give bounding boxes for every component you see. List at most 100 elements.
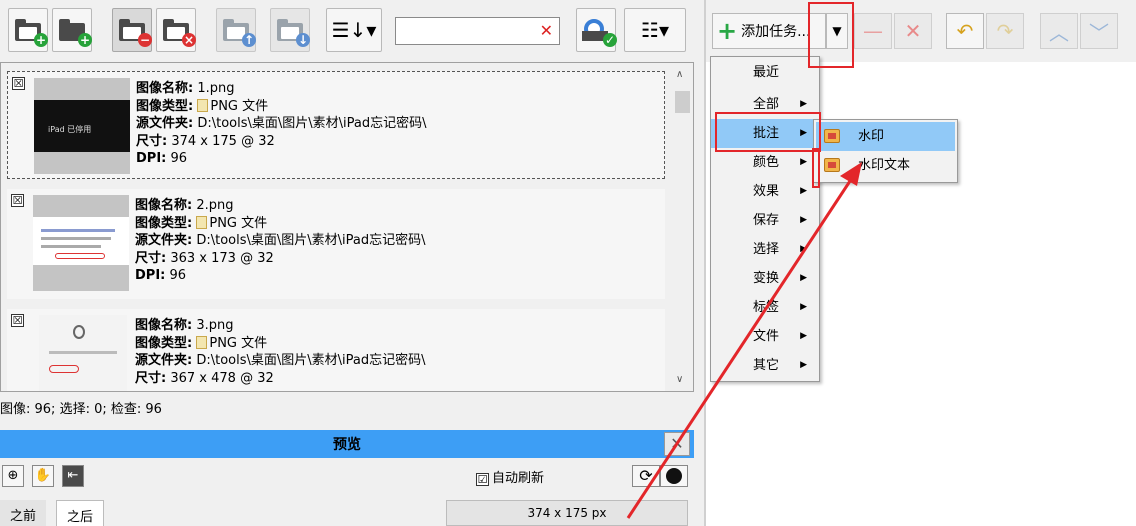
menu-item-effect[interactable]: 效果 ▶ <box>711 177 819 206</box>
image-info: 图像名称: 3.png 图像类型: PNG 文件 源文件夹: D:\tools\… <box>135 318 426 386</box>
add-folder-icon: + <box>59 19 92 47</box>
preview-header: 预览 <box>0 430 694 458</box>
png-file-icon <box>196 335 208 349</box>
remove-image-button[interactable]: − <box>112 8 152 52</box>
move-down-image-button[interactable]: ↓ <box>270 8 310 52</box>
annotation-submenu[interactable]: 水印 水印文本 <box>813 119 958 183</box>
menu-item-other[interactable]: 其它 ▶ <box>711 351 819 380</box>
chevron-down-icon: ﹀ <box>1089 20 1109 45</box>
highlight-box-annotation <box>715 112 821 152</box>
menu-item-select[interactable]: 选择 ▶ <box>711 235 819 264</box>
pan-button[interactable]: ✋ <box>32 465 54 487</box>
task-up-button[interactable]: ︿ <box>1040 13 1078 49</box>
chevron-up-icon: ︿ <box>1049 20 1069 45</box>
chevron-right-icon: ▶ <box>800 302 807 312</box>
remove-image-icon: − <box>119 19 152 47</box>
minus-icon: — <box>863 19 883 43</box>
move-down-icon: ↓ <box>277 19 310 47</box>
preview-title: 预览 <box>333 437 361 453</box>
chevron-down-icon[interactable]: ∨ <box>676 374 683 385</box>
view-options-button[interactable]: ☷▾ <box>624 8 686 52</box>
add-image-icon: + <box>15 19 48 47</box>
tab-after[interactable]: 之后 <box>56 500 105 526</box>
image-size-readout: 374 x 175 px <box>446 500 688 526</box>
image-info: 图像名称: 1.png 图像类型: PNG 文件 源文件夹: D:\tools\… <box>136 81 427 166</box>
clear-tasks-button[interactable]: ✕ <box>894 13 932 49</box>
hand-icon: ✋ <box>34 468 52 483</box>
settings-button[interactable]: ✓ <box>576 8 617 52</box>
clear-images-button[interactable]: × <box>156 8 196 52</box>
circle-icon <box>666 468 682 484</box>
add-folder-button[interactable]: + <box>52 8 92 52</box>
task-down-button[interactable]: ﹀ <box>1080 13 1118 49</box>
sort-down-icon: ☰↓▾ <box>331 18 377 42</box>
refresh-icon: ⟳ <box>639 466 653 485</box>
highlight-box-dropdown <box>808 2 854 68</box>
close-icon: ✕ <box>904 19 922 43</box>
chevron-right-icon: ▶ <box>800 186 807 196</box>
menu-item-tag[interactable]: 标签 ▶ <box>711 293 819 322</box>
close-preview-button[interactable]: ✕ <box>664 432 690 456</box>
refresh-button[interactable]: ⟳ <box>632 465 660 487</box>
list-item[interactable]: ☒ iPad 已停用 图像名称: 1.png 图像类型: PNG 文件 源文件夹… <box>7 71 665 179</box>
chevron-right-icon: ▶ <box>800 331 807 341</box>
add-image-button[interactable]: + <box>8 8 48 52</box>
add-task-label: 添加任务... <box>741 24 811 40</box>
auto-refresh-label: 自动刷新 <box>492 471 545 486</box>
fit-icon: ⇤ <box>67 468 79 483</box>
image-info: 图像名称: 2.png 图像类型: PNG 文件 源文件夹: D:\tools\… <box>135 198 426 283</box>
move-up-image-button[interactable]: ↑ <box>216 8 256 52</box>
list-icon: ☷▾ <box>641 18 669 42</box>
search-input[interactable]: ✕ <box>395 17 560 45</box>
image-list[interactable]: ☒ iPad 已停用 图像名称: 1.png 图像类型: PNG 文件 源文件夹… <box>0 62 694 392</box>
image-thumbnail: iPad 已停用 <box>34 78 130 174</box>
menu-item-color[interactable]: 颜色 ▶ <box>711 148 819 177</box>
chevron-right-icon: ▶ <box>800 244 807 254</box>
item-checkbox[interactable]: ☒ <box>11 314 24 327</box>
vertical-scrollbar[interactable]: ∧ ∨ <box>671 63 693 391</box>
undo-button[interactable]: ↶ <box>946 13 984 49</box>
list-item[interactable]: ☒ 图像名称: 2.png 图像类型: PNG 文件 源文件夹: D:\tool… <box>7 189 665 299</box>
menu-item-save[interactable]: 保存 ▶ <box>711 206 819 235</box>
list-item[interactable]: ☒ 图像名称: 3.png 图像类型: PNG 文件 源文件夹: D:\tool… <box>7 309 665 391</box>
submenu-item-watermark[interactable]: 水印 <box>816 122 955 151</box>
image-thumbnail <box>39 315 127 391</box>
scrollbar-thumb[interactable] <box>675 91 690 113</box>
submenu-item-watermark-text[interactable]: 水印文本 <box>816 151 955 180</box>
zoom-button[interactable]: ⊕ <box>2 465 24 487</box>
png-file-icon <box>197 98 209 112</box>
clear-search-icon[interactable]: ✕ <box>540 21 553 40</box>
redo-button[interactable]: ↷ <box>986 13 1024 49</box>
remove-task-button[interactable]: — <box>854 13 892 49</box>
chevron-right-icon: ▶ <box>800 215 807 225</box>
auto-refresh-checkbox[interactable]: ☑ 自动刷新 <box>476 467 544 486</box>
menu-item-transform[interactable]: 变换 ▶ <box>711 264 819 293</box>
menu-item-file[interactable]: 文件 ▶ <box>711 322 819 351</box>
highlight-box-watermark <box>812 148 820 188</box>
zoom-icon: ⊕ <box>7 468 19 483</box>
clear-images-icon: × <box>163 19 196 47</box>
status-bar: 图像: 96; 选择: 0; 检查: 96 <box>0 402 162 417</box>
thumb-text: iPad 已停用 <box>34 100 130 152</box>
task-category-menu[interactable]: 最近 全部 ▶ 批注 ▶ 颜色 ▶ 效果 ▶ 保存 ▶ 选择 ▶ 变换 ▶ 标签 ▶ 文件 ▶ 其… <box>710 56 820 382</box>
redo-icon: ↷ <box>996 19 1014 43</box>
image-thumbnail <box>33 195 129 291</box>
chevron-up-icon[interactable]: ∧ <box>676 69 683 80</box>
background-color-button[interactable] <box>660 465 688 487</box>
item-checkbox[interactable]: ☒ <box>12 77 25 90</box>
fit-button[interactable]: ⇤ <box>62 465 84 487</box>
png-file-icon <box>196 215 208 229</box>
gear-check-icon: ✓ <box>582 19 617 47</box>
watermark-text-icon <box>824 158 840 172</box>
menu-item-recent[interactable]: 最近 <box>711 58 819 87</box>
chevron-right-icon: ▶ <box>800 157 807 167</box>
watermark-icon <box>824 129 840 143</box>
tab-before[interactable]: 之前 <box>0 500 47 526</box>
chevron-right-icon: ▶ <box>800 360 807 370</box>
undo-icon: ↶ <box>956 19 974 43</box>
plus-icon: + <box>717 17 738 45</box>
item-checkbox[interactable]: ☒ <box>11 194 24 207</box>
sort-button[interactable]: ☰↓▾ <box>326 8 382 52</box>
move-up-icon: ↑ <box>223 19 256 47</box>
auto-refresh-check[interactable]: ☑ <box>476 473 489 486</box>
